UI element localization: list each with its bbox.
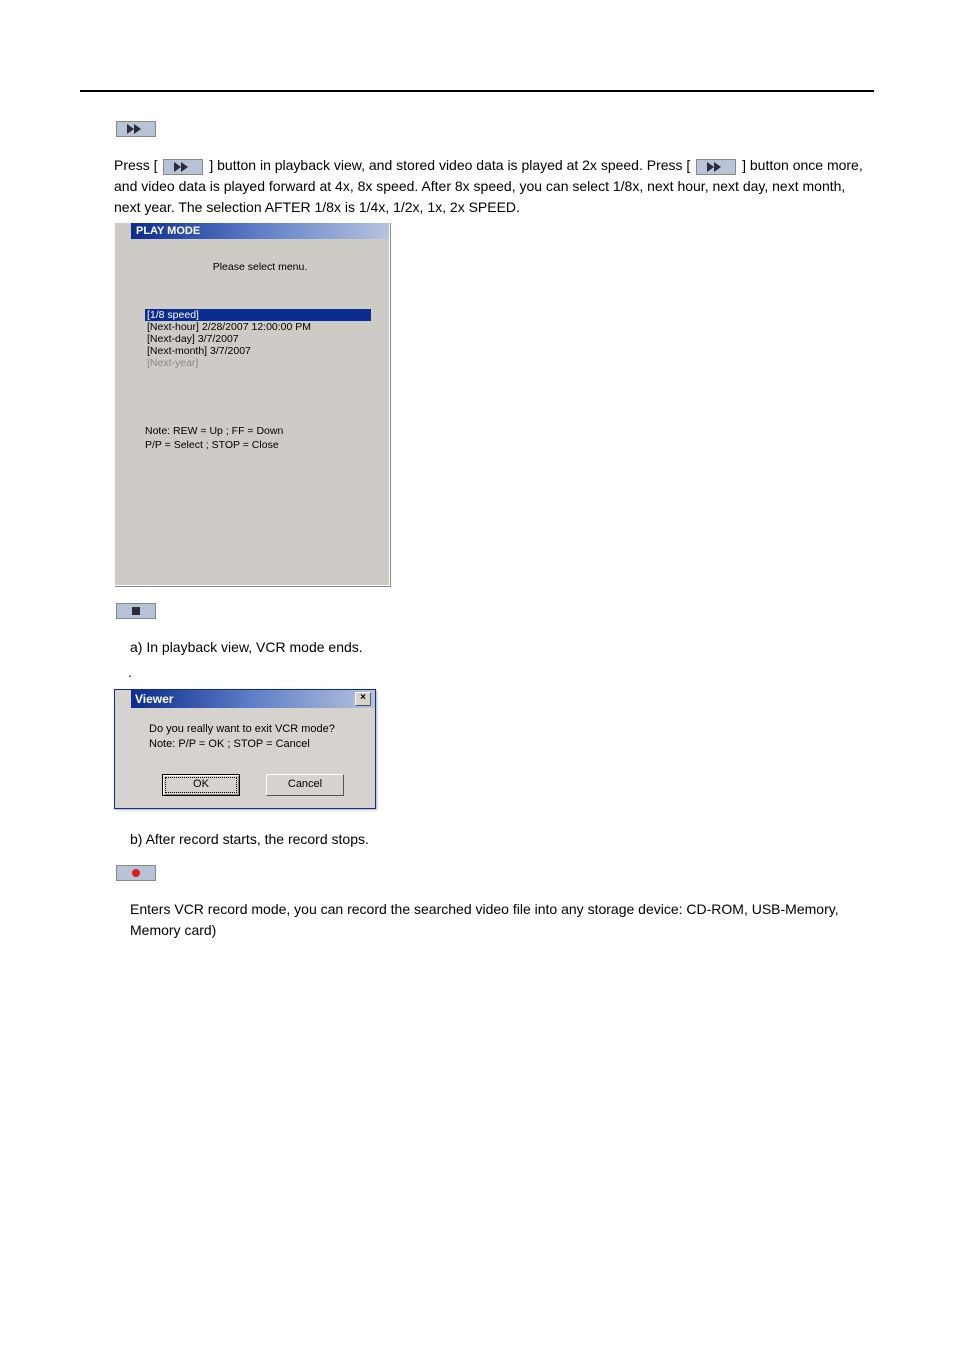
viewer-message: Do you really want to exit VCR mode? Not… (149, 722, 361, 752)
spacer-dot: . (114, 662, 874, 683)
viewer-msg-line: Note: P/P = OK ; STOP = Cancel (149, 737, 361, 752)
ff-text-2: ] button in playback view, and stored vi… (209, 157, 690, 173)
stop-icon (116, 603, 156, 619)
playmode-item[interactable]: [Next-day] 3/7/2007 (145, 333, 371, 345)
playmode-note-line: Note: REW = Up ; FF = Down (145, 425, 375, 439)
viewer-body: Do you really want to exit VCR mode? Not… (131, 708, 375, 760)
ff-description: Press [ ] button in playback view, and s… (114, 155, 874, 218)
fast-forward-icon (696, 159, 736, 175)
ff-text-1: Press [ (114, 157, 158, 173)
playmode-list: [1/8 speed] [Next-hour] 2/28/2007 12:00:… (131, 309, 389, 369)
document-page: Press [ ] button in playback view, and s… (0, 0, 954, 1349)
playmode-note-line: P/P = Select ; STOP = Close (145, 439, 375, 453)
viewer-dialog: Viewer × Do you really want to exit VCR … (114, 689, 376, 809)
close-icon[interactable]: × (355, 692, 371, 706)
record-icon (116, 865, 156, 881)
playmode-prompt: Please select menu. (131, 239, 389, 309)
stop-line-b: b) After record starts, the record stops… (114, 829, 874, 850)
ok-button[interactable]: OK (162, 774, 240, 796)
playmode-item[interactable]: [Next-month] 3/7/2007 (145, 345, 371, 357)
stop-line-a: a) In playback view, VCR mode ends. (114, 637, 874, 658)
top-rule (80, 90, 874, 92)
viewer-title-text: Viewer (135, 692, 173, 706)
playmode-title: PLAY MODE (131, 223, 389, 239)
content-area: Press [ ] button in playback view, and s… (80, 120, 874, 941)
playmode-item[interactable]: [1/8 speed] (145, 309, 371, 321)
playmode-item[interactable]: [Next-hour] 2/28/2007 12:00:00 PM (145, 321, 371, 333)
fast-forward-icon (163, 159, 203, 175)
record-description: Enters VCR record mode, you can record t… (114, 899, 874, 941)
playmode-item[interactable]: [Next-year] (145, 357, 371, 369)
playmode-dialog: PLAY MODE Please select menu. [1/8 speed… (114, 222, 390, 585)
playmode-body: Please select menu. [1/8 speed] [Next-ho… (131, 239, 389, 584)
viewer-titlebar: Viewer × (131, 690, 375, 708)
fast-forward-icon (116, 121, 156, 137)
cancel-button[interactable]: Cancel (266, 774, 344, 796)
viewer-button-row: OK Cancel (131, 760, 375, 808)
playmode-note: Note: REW = Up ; FF = Down P/P = Select … (131, 369, 389, 584)
viewer-msg-line: Do you really want to exit VCR mode? (149, 722, 361, 737)
